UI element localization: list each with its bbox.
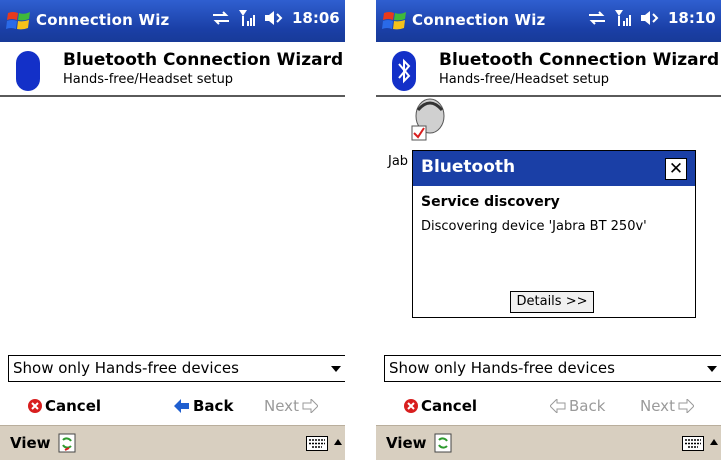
status-area[interactable]: 18:06 (212, 9, 340, 27)
device-filter-value: Show only Hands-free devices (389, 359, 615, 377)
sync-icon[interactable] (58, 433, 76, 453)
menu-bar: View (0, 425, 345, 460)
next-button[interactable]: Next (264, 397, 318, 415)
bluetooth-dialog: Bluetooth ✕ Service discovery Discoverin… (412, 150, 696, 318)
next-button[interactable]: Next (640, 397, 694, 415)
view-menu[interactable]: View (10, 434, 51, 452)
device-filter-dropdown[interactable]: Show only Hands-free devices (384, 355, 721, 382)
clock[interactable]: 18:06 (292, 9, 340, 27)
wizard-title: Bluetooth Connection Wizard (439, 50, 720, 70)
cancel-icon (28, 399, 42, 413)
connectivity-icon[interactable] (588, 11, 606, 25)
keyboard-icon[interactable] (682, 436, 704, 451)
menu-bar: View (376, 425, 721, 460)
windows-start-icon[interactable] (6, 9, 32, 33)
signal-icon[interactable] (614, 9, 632, 27)
cancel-label: Cancel (45, 397, 102, 415)
cancel-button[interactable]: Cancel (404, 397, 477, 415)
headset-device-icon[interactable] (410, 96, 446, 146)
command-row: Cancel Back Next (376, 391, 721, 421)
keyboard-icon[interactable] (306, 436, 328, 451)
screen-right: Connection Wiz 18:10 Bluetooth Connectio… (376, 0, 721, 460)
next-arrow-icon (302, 399, 318, 413)
chevron-down-icon[interactable] (331, 366, 341, 372)
next-label: Next (640, 397, 675, 415)
cancel-icon (404, 399, 418, 413)
signal-icon[interactable] (238, 9, 256, 27)
connectivity-icon[interactable] (212, 11, 230, 25)
back-label: Back (569, 397, 606, 415)
device-filter-value: Show only Hands-free devices (13, 359, 239, 377)
back-label: Back (193, 397, 234, 415)
back-arrow-icon (174, 399, 189, 413)
close-icon[interactable]: ✕ (665, 158, 687, 180)
title-bar: Connection Wiz 18:06 (0, 0, 345, 42)
cancel-button[interactable]: Cancel (28, 397, 101, 415)
window-title: Connection Wiz (412, 11, 546, 29)
next-arrow-icon (678, 399, 694, 413)
windows-start-icon[interactable] (382, 9, 408, 33)
clock[interactable]: 18:10 (668, 9, 716, 27)
screen-left: Connection Wiz 18:06 Bluetooth Connectio… (0, 0, 345, 460)
details-button[interactable]: Details >> (510, 291, 594, 313)
dialog-title: Bluetooth (413, 151, 695, 186)
wizard-header: Bluetooth Connection Wizard Hands-free/H… (376, 42, 721, 97)
command-row: Cancel Back Next (0, 391, 345, 421)
sync-icon[interactable] (434, 433, 452, 453)
wizard-title: Bluetooth Connection Wizard (63, 50, 344, 70)
status-area[interactable]: 18:10 (588, 9, 716, 27)
bluetooth-logo-icon (392, 51, 416, 91)
back-button[interactable]: Back (550, 397, 605, 415)
input-panel-up-icon[interactable] (334, 439, 342, 445)
bluetooth-logo-icon (16, 51, 40, 91)
wizard-subtitle: Hands-free/Headset setup (63, 72, 234, 87)
wizard-subtitle: Hands-free/Headset setup (439, 72, 610, 87)
volume-icon[interactable] (640, 10, 660, 26)
cancel-label: Cancel (421, 397, 478, 415)
title-bar: Connection Wiz 18:10 (376, 0, 721, 42)
next-label: Next (264, 397, 299, 415)
back-button[interactable]: Back (174, 397, 233, 415)
view-menu[interactable]: View (386, 434, 427, 452)
input-panel-up-icon[interactable] (710, 439, 718, 445)
chevron-down-icon[interactable] (707, 366, 717, 372)
dialog-heading: Service discovery (421, 194, 560, 210)
back-arrow-icon (550, 399, 566, 413)
dialog-message: Discovering device 'Jabra BT 250v' (421, 219, 647, 234)
device-filter-dropdown[interactable]: Show only Hands-free devices (8, 355, 345, 382)
window-title: Connection Wiz (36, 11, 170, 29)
wizard-header: Bluetooth Connection Wizard Hands-free/H… (0, 42, 345, 97)
volume-icon[interactable] (264, 10, 284, 26)
device-label[interactable]: Jab (388, 154, 408, 169)
